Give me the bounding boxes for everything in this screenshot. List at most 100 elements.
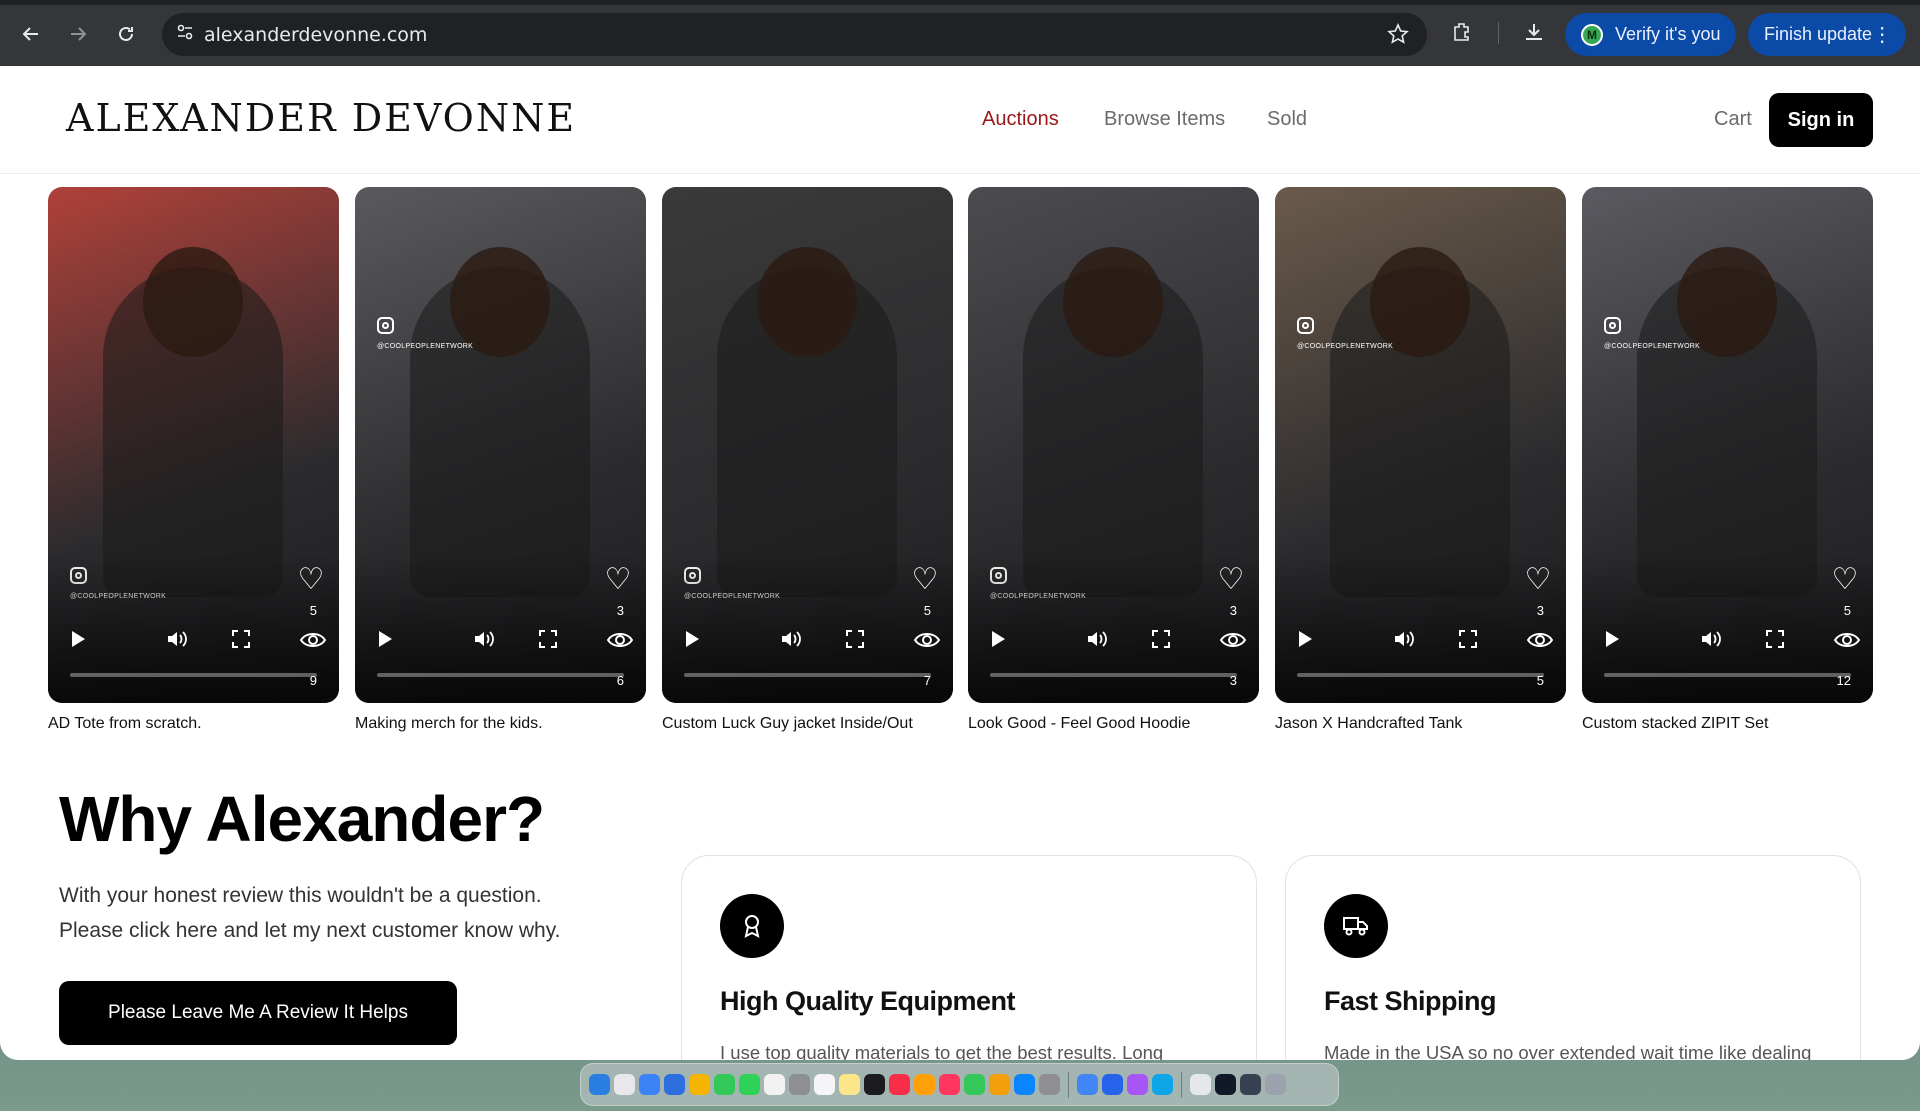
dock-folder-icon[interactable] (1265, 1074, 1286, 1095)
dock-app-icon[interactable] (589, 1074, 610, 1095)
fullscreen-icon[interactable] (539, 630, 557, 653)
view-count: 12 (1836, 673, 1851, 688)
leave-review-button[interactable]: Please Leave Me A Review It Helps (59, 981, 457, 1045)
video-progress-bar[interactable] (1604, 673, 1851, 677)
video-caption[interactable]: AD Tote from scratch. (48, 715, 202, 733)
browser-toolbar: alexanderdevonne.com M Verify it's you F… (0, 0, 1920, 66)
video-progress-bar[interactable] (377, 673, 624, 677)
play-icon[interactable] (70, 630, 86, 653)
video-progress-bar[interactable] (1297, 673, 1544, 677)
dock-app-icon[interactable] (764, 1074, 785, 1095)
dock-app-icon[interactable] (689, 1074, 710, 1095)
dock-app-icon[interactable] (714, 1074, 735, 1095)
volume-icon[interactable] (1086, 630, 1108, 653)
dock-app-icon[interactable] (664, 1074, 685, 1095)
extensions-icon[interactable] (1450, 20, 1474, 49)
brand-logo[interactable]: ALEXANDER DEVONNE (66, 96, 576, 140)
volume-icon[interactable] (1700, 630, 1722, 653)
video-handle: @COOLPEOPLENETWORK (1297, 343, 1394, 350)
play-icon[interactable] (1297, 630, 1313, 653)
fullscreen-icon[interactable] (232, 630, 250, 653)
video-progress-bar[interactable] (990, 673, 1237, 677)
more-menu-icon[interactable]: ⋮ (1872, 22, 1892, 47)
video-caption[interactable]: Making merch for the kids. (355, 715, 543, 733)
volume-icon[interactable] (473, 630, 495, 653)
download-icon[interactable] (1522, 20, 1546, 49)
nav-auctions[interactable]: Auctions (982, 108, 1059, 131)
dock-app-icon[interactable] (639, 1074, 660, 1095)
heart-icon[interactable]: ♡ (1831, 565, 1859, 595)
fullscreen-icon[interactable] (1766, 630, 1784, 653)
award-icon (720, 894, 784, 958)
volume-icon[interactable] (166, 630, 188, 653)
dock-app-icon[interactable] (1102, 1074, 1123, 1095)
forward-icon[interactable] (65, 21, 91, 47)
video-caption[interactable]: Custom stacked ZIPIT Set (1582, 715, 1768, 733)
dock-app-icon[interactable] (1127, 1074, 1148, 1095)
video-controls-shade (48, 553, 339, 703)
video-progress-bar[interactable] (684, 673, 931, 677)
cart-link[interactable]: Cart (1714, 108, 1752, 131)
volume-icon[interactable] (1393, 630, 1415, 653)
video-card[interactable]: @COOLPEOPLENETWORK♡59 (48, 187, 339, 703)
video-card[interactable]: @COOLPEOPLENETWORK ♡ 3 5 (1275, 187, 1566, 703)
play-icon[interactable] (1604, 630, 1620, 653)
volume-icon[interactable] (780, 630, 802, 653)
nav-browse-items[interactable]: Browse Items (1104, 108, 1225, 131)
play-icon[interactable] (684, 630, 700, 653)
dock-folder-icon[interactable] (1240, 1074, 1261, 1095)
back-icon[interactable] (18, 21, 44, 47)
dock-app-icon[interactable] (889, 1074, 910, 1095)
dock-app-icon[interactable] (864, 1074, 885, 1095)
dock-app-icon[interactable] (989, 1074, 1010, 1095)
dock-app-icon[interactable] (614, 1074, 635, 1095)
dock-app-icon[interactable] (1014, 1074, 1035, 1095)
dock-app-icon[interactable] (914, 1074, 935, 1095)
views-eye-icon (913, 630, 941, 655)
dock-app-icon[interactable] (839, 1074, 860, 1095)
address-bar[interactable]: alexanderdevonne.com (162, 13, 1427, 56)
nav-sold[interactable]: Sold (1267, 108, 1307, 131)
verify-identity-button[interactable]: M Verify it's you (1565, 13, 1737, 56)
dock-app-icon[interactable] (789, 1074, 810, 1095)
heart-icon[interactable]: ♡ (1217, 565, 1245, 595)
dock-app-icon[interactable] (814, 1074, 835, 1095)
heart-icon[interactable]: ♡ (297, 565, 325, 595)
dock-app-icon[interactable] (964, 1074, 985, 1095)
why-heading: Why Alexander? (59, 783, 545, 855)
view-count: 3 (1229, 673, 1237, 688)
video-caption[interactable]: Custom Luck Guy jacket Inside/Out (662, 715, 913, 733)
dock-folder-icon[interactable] (1215, 1074, 1236, 1095)
why-line-1: With your honest review this wouldn't be… (59, 884, 542, 907)
video-card[interactable]: @COOLPEOPLENETWORK♡57 (662, 187, 953, 703)
site-settings-icon[interactable] (176, 23, 194, 46)
dock-app-icon[interactable] (1039, 1074, 1060, 1095)
fullscreen-icon[interactable] (1152, 630, 1170, 653)
feature-card-shipping: Fast Shipping Made in the USA so no over… (1285, 855, 1861, 1060)
video-progress-bar[interactable] (70, 673, 317, 677)
fullscreen-icon[interactable] (846, 630, 864, 653)
dock-app-icon[interactable] (739, 1074, 760, 1095)
video-card[interactable]: @COOLPEOPLENETWORK♡33 (968, 187, 1259, 703)
finish-update-label: Finish update (1764, 24, 1873, 44)
dock-folder-icon[interactable] (1190, 1074, 1211, 1095)
video-caption[interactable]: Jason X Handcrafted Tank (1275, 715, 1462, 733)
play-icon[interactable] (990, 630, 1006, 653)
dock-app-icon[interactable] (1152, 1074, 1173, 1095)
heart-icon[interactable]: ♡ (604, 565, 632, 595)
fullscreen-icon[interactable] (1459, 630, 1477, 653)
dock-app-icon[interactable] (939, 1074, 960, 1095)
heart-icon[interactable]: ♡ (1524, 565, 1552, 595)
play-icon[interactable] (377, 630, 393, 653)
dock-app-icon[interactable] (1077, 1074, 1098, 1095)
finish-update-button[interactable]: Finish update ⋮ (1748, 13, 1907, 56)
bookmark-star-icon[interactable] (1387, 23, 1409, 50)
heart-icon[interactable]: ♡ (911, 565, 939, 595)
video-caption[interactable]: Look Good - Feel Good Hoodie (968, 715, 1190, 733)
video-card[interactable]: @COOLPEOPLENETWORK ♡ 5 12 (1582, 187, 1873, 703)
url-text[interactable]: alexanderdevonne.com (204, 24, 427, 46)
reload-icon[interactable] (113, 21, 139, 47)
sign-in-button[interactable]: Sign in (1769, 93, 1873, 147)
like-count: 3 (1229, 603, 1237, 618)
video-card[interactable]: @COOLPEOPLENETWORK ♡ 3 6 (355, 187, 646, 703)
